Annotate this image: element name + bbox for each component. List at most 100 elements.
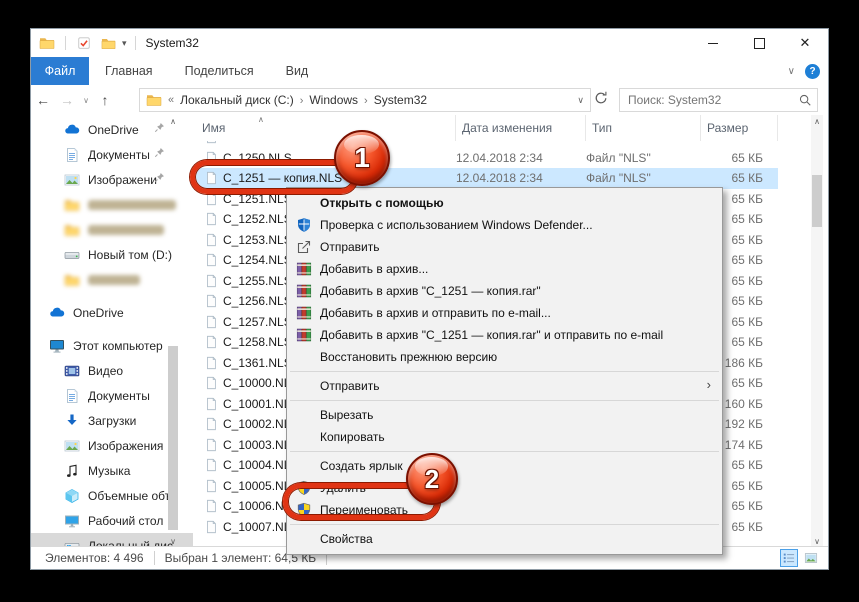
desktop-icon bbox=[64, 513, 80, 529]
recent-locations-icon[interactable]: ∨ bbox=[79, 96, 93, 105]
screenshot-canvas: { "window": { "title": "System32" }, "ti… bbox=[0, 0, 859, 602]
winrar-icon bbox=[296, 327, 312, 343]
menu-item-добавить-в-архив-c-1251-копия-rar-и-отправить-по-e-mail[interactable]: Добавить в архив "C_1251 — копия.rar" и … bbox=[288, 324, 721, 346]
status-divider bbox=[154, 551, 155, 565]
menu-item-копировать[interactable]: Копировать bbox=[288, 426, 721, 448]
onedrive-cloud-icon bbox=[49, 305, 65, 321]
scrollbar-thumb[interactable] bbox=[812, 175, 822, 227]
file-page-icon bbox=[204, 416, 218, 432]
back-arrow-icon[interactable]: ← bbox=[31, 92, 55, 108]
help-icon[interactable]: ? bbox=[805, 64, 820, 79]
menu-item-отправить[interactable]: Отправить bbox=[288, 236, 721, 258]
share-icon bbox=[296, 239, 312, 255]
tab-home[interactable]: Главная bbox=[89, 57, 169, 85]
sidebar-item-label: Видео bbox=[88, 364, 123, 378]
column-header-name[interactable]: Имя∧ bbox=[196, 115, 456, 141]
up-arrow-icon[interactable]: ↑ bbox=[93, 92, 117, 108]
toolbar-divider bbox=[65, 36, 66, 50]
no-icon bbox=[296, 195, 312, 211]
onedrive-cloud-icon bbox=[64, 122, 80, 138]
menu-item-вырезать[interactable]: Вырезать bbox=[288, 404, 721, 426]
breadcrumb-segment[interactable]: Windows bbox=[307, 93, 360, 107]
tab-file[interactable]: Файл bbox=[31, 57, 89, 85]
search-box bbox=[619, 88, 818, 112]
menu-item-открыть-с-помощью[interactable]: Открыть с помощью bbox=[288, 192, 721, 214]
refresh-icon[interactable] bbox=[593, 90, 611, 110]
menu-item-проверка-с-использованием-windows-defender[interactable]: Проверка с использованием Windows Defend… bbox=[288, 214, 721, 236]
ribbon-collapse-icon[interactable]: ∨ bbox=[788, 66, 795, 77]
file-page-icon bbox=[204, 396, 218, 412]
column-header-date[interactable]: Дата изменения bbox=[456, 115, 586, 141]
menu-separator bbox=[290, 400, 719, 401]
sidebar-item-label: OneDrive bbox=[73, 306, 124, 320]
search-icon[interactable] bbox=[793, 93, 817, 107]
column-header-type[interactable]: Тип bbox=[586, 115, 701, 141]
list-scrollbar[interactable]: ∧ ∨ bbox=[811, 115, 823, 549]
folder-icon bbox=[64, 197, 80, 213]
menu-item-восстановить-прежнюю-версию[interactable]: Восстановить прежнюю версию bbox=[288, 346, 721, 368]
chevron-down-icon[interactable]: ▾ bbox=[122, 39, 127, 48]
breadcrumb-segment[interactable]: Локальный диск (C:) bbox=[178, 93, 296, 107]
menu-item-добавить-в-архив-и-отправить-по-e-mail[interactable]: Добавить в архив и отправить по e-mail..… bbox=[288, 302, 721, 324]
file-date-cell: 12.04.2018 2:34 bbox=[456, 151, 586, 165]
folder-icon bbox=[144, 90, 164, 110]
details-view-button[interactable] bbox=[780, 549, 798, 567]
menu-item-свойства[interactable]: Свойства bbox=[288, 528, 721, 550]
properties-check-icon[interactable] bbox=[74, 33, 94, 53]
sidebar-item-label: Этот компьютер bbox=[73, 339, 163, 353]
sidebar-item-label: Рабочий стол bbox=[88, 514, 163, 528]
annotation-number: 1 bbox=[354, 142, 370, 174]
drive-icon bbox=[64, 247, 80, 263]
downloads-icon bbox=[64, 413, 80, 429]
breadcrumb-chevron-icon[interactable]: › bbox=[296, 95, 308, 107]
window-title: System32 bbox=[146, 36, 199, 50]
tab-view[interactable]: Вид bbox=[270, 57, 325, 85]
pin-icon bbox=[153, 171, 167, 185]
address-box[interactable]: « Локальный диск (C:)›Windows›System32 ∨ bbox=[139, 88, 591, 112]
menu-item-создать-ярлык[interactable]: Создать ярлык bbox=[288, 455, 721, 477]
breadcrumb-segment[interactable]: System32 bbox=[372, 93, 429, 107]
sidebar-scrollbar[interactable]: ∧ ∨ bbox=[167, 115, 179, 549]
maximize-button[interactable] bbox=[736, 29, 782, 57]
annotation-badge-step2: 2 bbox=[406, 453, 458, 505]
thumbnails-view-button[interactable] bbox=[802, 549, 820, 567]
menu-item-добавить-в-архив[interactable]: Добавить в архив... bbox=[288, 258, 721, 280]
address-dropdown-icon[interactable]: ∨ bbox=[577, 95, 584, 106]
file-name-label: C_1257.NLS bbox=[223, 315, 292, 329]
breadcrumb-overflow[interactable]: « bbox=[164, 94, 178, 106]
folder-icon bbox=[64, 272, 80, 288]
winrar-icon bbox=[296, 261, 312, 277]
scroll-up-icon[interactable]: ∧ bbox=[167, 115, 179, 129]
column-headers: Имя∧ Дата изменения ТипРазмер bbox=[196, 115, 796, 141]
close-button[interactable]: ✕ bbox=[782, 29, 828, 57]
file-page-icon bbox=[204, 375, 218, 391]
scrollbar-thumb[interactable] bbox=[168, 346, 178, 530]
menu-separator bbox=[290, 371, 719, 372]
column-header-size[interactable]: Размер bbox=[701, 115, 778, 141]
annotation-badge-step1: 1 bbox=[334, 130, 390, 186]
new-folder-icon[interactable] bbox=[98, 33, 118, 53]
tab-share[interactable]: Поделиться bbox=[169, 57, 270, 85]
file-page-icon bbox=[204, 211, 218, 227]
breadcrumb-chevron-icon[interactable]: › bbox=[360, 95, 372, 107]
sidebar-item-label: Новый том (D:) bbox=[88, 248, 172, 262]
menu-item-отправить[interactable]: Отправить› bbox=[288, 375, 721, 397]
search-input[interactable] bbox=[620, 92, 793, 108]
breadcrumb: Локальный диск (C:)›Windows›System32 bbox=[178, 93, 429, 107]
menu-item-label: Отправить bbox=[320, 240, 380, 254]
menu-item-label: Добавить в архив "C_1251 — копия.rar" bbox=[320, 284, 541, 298]
forward-arrow-icon[interactable]: → bbox=[55, 92, 79, 108]
ribbon-tabs: Файл ГлавнаяПоделитьсяВид ∨ ? bbox=[31, 57, 828, 86]
file-page-icon bbox=[204, 478, 218, 494]
sidebar-item-label: OneDrive bbox=[88, 123, 139, 137]
minimize-button[interactable] bbox=[690, 29, 736, 57]
sidebar-item-label: Объемные объ bbox=[88, 489, 172, 503]
scroll-up-icon[interactable]: ∧ bbox=[811, 115, 823, 129]
3d-objects-icon bbox=[64, 488, 80, 504]
menu-separator bbox=[290, 524, 719, 525]
column-header-label: Дата изменения bbox=[462, 121, 552, 135]
menu-item-добавить-в-архив-c-1251-копия-rar[interactable]: Добавить в архив "C_1251 — копия.rar" bbox=[288, 280, 721, 302]
file-page-icon bbox=[204, 252, 218, 268]
file-name-label: C_1252.NLS bbox=[223, 212, 292, 226]
no-icon bbox=[296, 407, 312, 423]
